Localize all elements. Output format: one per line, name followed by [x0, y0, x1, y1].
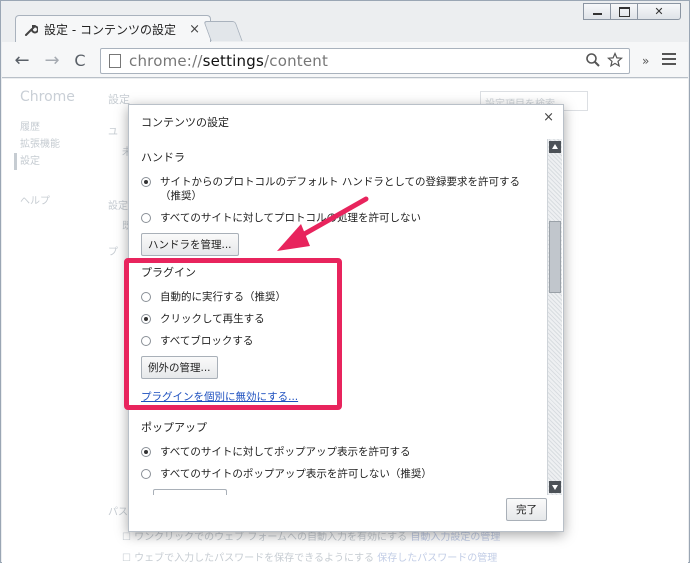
highlight-box — [124, 258, 342, 410]
scroll-down-icon[interactable] — [549, 481, 561, 493]
omnibox-icons — [585, 52, 623, 68]
popups-section: ポップアップ すべてのサイトに対してポップアップ表示を許可する すべてのサイトの… — [141, 419, 541, 495]
minimize-button[interactable] — [583, 3, 611, 20]
option-label: すべてのサイトのポップアップ表示を許可しない（推奨） — [160, 468, 432, 480]
handlers-block-option[interactable]: すべてのサイトに対してプロトコルの処理を許可しない — [141, 211, 541, 225]
menu-icon[interactable] — [662, 53, 676, 65]
maximize-icon — [611, 4, 637, 19]
browser-toolbar: ← → C chrome://settings/content » — [2, 42, 688, 78]
handlers-section: ハンドラ サイトからのプロトコルのデフォルト ハンドラとしての登録要求を許可する… — [141, 149, 541, 256]
minimize-icon — [584, 4, 610, 19]
new-tab-button[interactable] — [203, 21, 243, 41]
cut-off-button[interactable] — [153, 489, 227, 495]
url-text: chrome://settings/content — [129, 52, 328, 70]
handlers-allow-option[interactable]: サイトからのプロトコルのデフォルト ハンドラとしての登録要求を許可する（推奨） — [141, 175, 541, 203]
chrome-brand: Chrome — [20, 89, 75, 105]
bg-fragment: ユ — [108, 127, 118, 138]
dialog-close-icon[interactable]: × — [543, 110, 554, 125]
dialog-title: コンテンツの設定 — [141, 116, 229, 129]
popups-block-option[interactable]: すべてのサイトのポップアップ表示を許可しない（推奨） — [141, 467, 541, 481]
sidebar-item-extensions[interactable]: 拡張機能 — [20, 136, 100, 153]
popups-allow-option[interactable]: すべてのサイトに対してポップアップ表示を許可する — [141, 445, 541, 459]
tab-close-icon[interactable]: × — [189, 22, 200, 37]
option-label: すべてのサイトに対してポップアップ表示を許可する — [160, 446, 411, 458]
bookmark-star-icon[interactable] — [607, 52, 623, 68]
sidebar-item-settings[interactable]: 設定 — [14, 153, 100, 170]
window-controls: ✕ — [583, 3, 681, 20]
option-label: すべてのサイトに対してプロトコルの処理を許可しない — [160, 212, 422, 224]
sidebar-item-history[interactable]: 履歴 — [20, 119, 100, 136]
done-button[interactable]: 完了 — [506, 498, 547, 521]
manage-handlers-button[interactable]: ハンドラを管理... — [141, 233, 239, 256]
tab-title: 設定 - コンテンツの設定 — [44, 23, 176, 37]
scroll-up-icon[interactable] — [549, 141, 561, 153]
bg-password-text: ウェブで入力したパスワードを保存できるようにする — [134, 553, 375, 563]
wrench-icon — [24, 23, 39, 37]
radio-button[interactable] — [141, 469, 151, 479]
handlers-title: ハンドラ — [141, 151, 185, 164]
page-title: 設定 — [108, 93, 130, 106]
url-path: /content — [264, 52, 329, 70]
radio-button[interactable] — [141, 447, 151, 457]
bg-fragment: プ — [108, 247, 118, 258]
browser-window: ✕ 設定 - コンテンツの設定 × ← → C chrome://setting… — [0, 0, 690, 563]
bg-autofill-text: ワンクリックでのウェブ フォームへの自動入力を有効にする — [134, 532, 408, 543]
settings-sidebar: Chrome 履歴 拡張機能 設定 ヘルプ — [14, 89, 100, 207]
popups-title: ポップアップ — [141, 421, 207, 434]
bg-password-row: ☐ ウェブで入力したパスワードを保存できるようにする 保存したパスワードの管理 — [122, 553, 498, 563]
back-button[interactable]: ← — [12, 50, 32, 71]
bg-password-link: 保存したパスワードの管理 — [377, 553, 498, 563]
close-icon: ✕ — [654, 5, 664, 18]
url-host: settings — [202, 52, 264, 70]
bg-fragment: パス — [108, 507, 128, 518]
url-scheme: chrome:// — [129, 52, 203, 70]
radio-button[interactable] — [141, 177, 151, 187]
radio-button[interactable] — [141, 213, 151, 223]
address-bar[interactable]: chrome://settings/content — [100, 48, 630, 74]
tab-settings[interactable]: 設定 - コンテンツの設定 × — [15, 15, 211, 43]
sidebar-item-help[interactable]: ヘルプ — [20, 192, 100, 207]
zoom-icon[interactable] — [585, 52, 601, 68]
window-close-button[interactable]: ✕ — [637, 3, 681, 20]
reload-button[interactable]: C — [70, 50, 90, 70]
bg-autofill-link: 自動入力設定の管理 — [410, 532, 501, 543]
dialog-scrollbar[interactable] — [547, 139, 562, 495]
option-label: サイトからのプロトコルのデフォルト ハンドラとしての登録要求を許可する（推奨） — [160, 176, 521, 202]
scrollbar-thumb[interactable] — [549, 221, 561, 293]
forward-button[interactable]: → — [42, 50, 62, 71]
page-icon — [109, 54, 121, 68]
extensions-overflow-button[interactable]: » — [642, 54, 649, 68]
bg-fragment: 設定 — [108, 201, 128, 212]
maximize-button[interactable] — [610, 3, 638, 20]
